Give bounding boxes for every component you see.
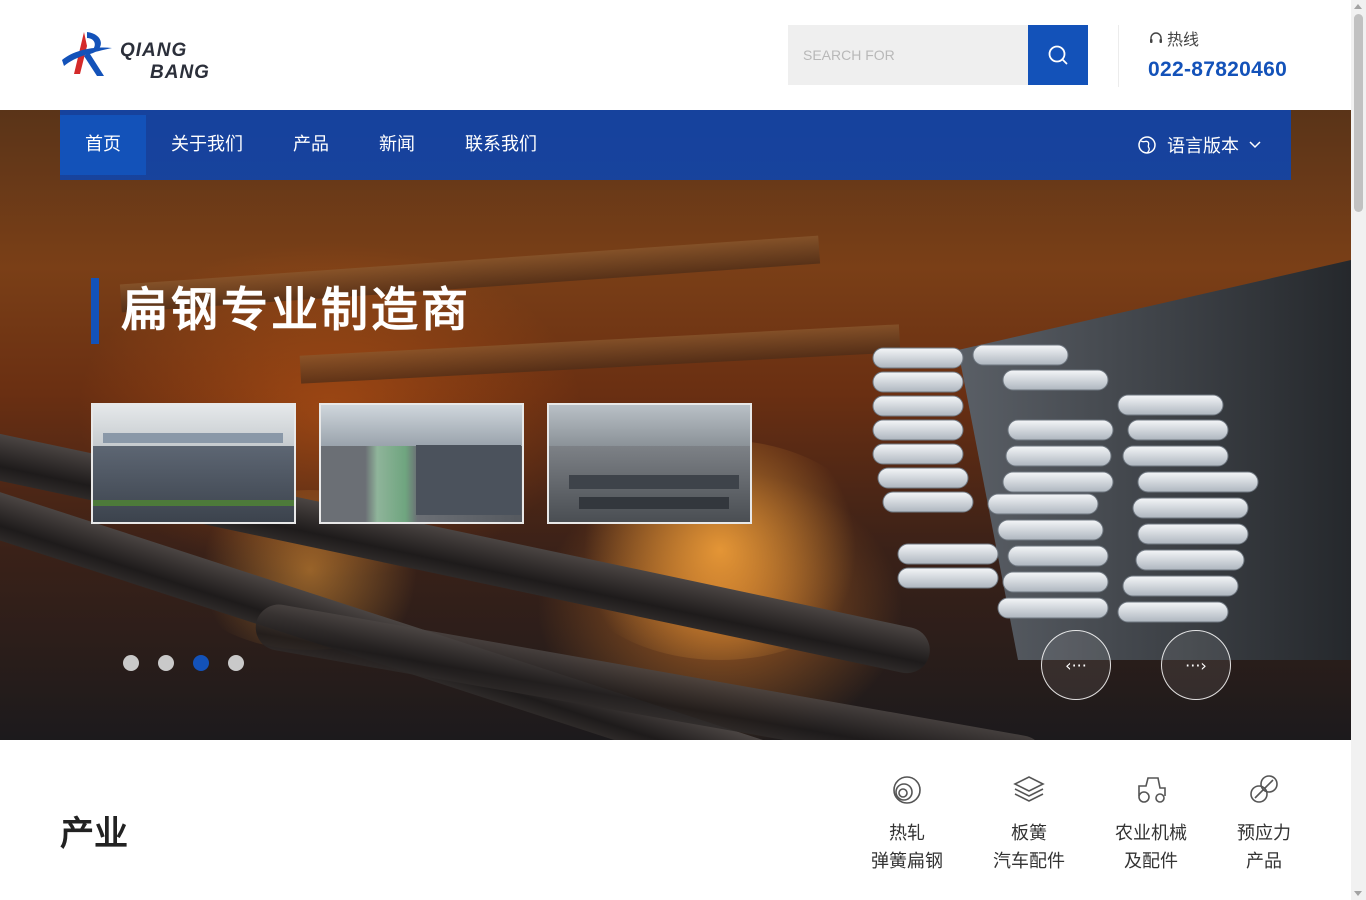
search-bar bbox=[788, 25, 1088, 85]
coil-icon bbox=[893, 776, 921, 804]
slider-pagination bbox=[123, 655, 244, 671]
slider-dot-active[interactable] bbox=[193, 655, 209, 671]
slider-dot[interactable] bbox=[158, 655, 174, 671]
industry-item-line2: 汽车配件 bbox=[993, 851, 1065, 872]
tractor-icon bbox=[1138, 777, 1166, 803]
search-button[interactable] bbox=[1028, 25, 1088, 85]
nav-item-contact[interactable]: 联系我们 bbox=[452, 115, 550, 175]
logo-text-line1: QIANG bbox=[120, 40, 188, 61]
slider-prev-button[interactable]: ‹··· bbox=[1041, 630, 1111, 700]
headset-icon bbox=[1150, 32, 1162, 43]
leaf-spring-icon bbox=[1013, 776, 1045, 802]
logo[interactable]: QIANG BANG bbox=[60, 28, 220, 84]
thumbnail-rack bbox=[103, 433, 283, 443]
industry-item-agri-machinery[interactable]: 农业机械 及配件 bbox=[1101, 772, 1201, 876]
thumbnail-rack bbox=[93, 500, 294, 506]
industry-section-title: 产业 bbox=[60, 814, 128, 854]
search-icon bbox=[1048, 45, 1068, 65]
logo-text-line2: BANG bbox=[150, 62, 210, 83]
industry-item-line1: 农业机械 bbox=[1115, 823, 1187, 844]
hotline: 热线 022-87820460 bbox=[1148, 26, 1287, 82]
industry-item-line1: 板簧 bbox=[1011, 823, 1047, 844]
thumbnail-stock bbox=[93, 445, 294, 522]
slider-dot[interactable] bbox=[123, 655, 139, 671]
thumbnail-stack bbox=[569, 475, 739, 489]
industry-item-line2: 弹簧扁钢 bbox=[871, 851, 943, 872]
hero-thumbnail-2[interactable] bbox=[319, 403, 524, 524]
industry-item-prestressed[interactable]: 预应力 产品 bbox=[1214, 772, 1314, 876]
thumbnail-ceiling bbox=[549, 405, 750, 446]
language-label: 语言版本 bbox=[1167, 136, 1239, 157]
prev-arrow-icon: ‹··· bbox=[1065, 655, 1087, 675]
hero-banner: 首页 关于我们 产品 新闻 联系我们 语言版本 扁钢专业制造商 ‹··· ···… bbox=[0, 110, 1351, 740]
hero-thumbnail-3[interactable] bbox=[547, 403, 752, 524]
industry-item-line1: 热轧 bbox=[889, 823, 925, 844]
language-selector[interactable]: 语言版本 bbox=[1137, 110, 1261, 180]
nav-item-home[interactable]: 首页 bbox=[60, 115, 146, 175]
nav-item-about[interactable]: 关于我们 bbox=[158, 115, 256, 175]
hotline-label: 热线 bbox=[1167, 30, 1200, 49]
chevron-down-icon bbox=[1249, 141, 1261, 149]
flat-steel-illustration bbox=[872, 260, 1351, 660]
industry-item-hot-rolled[interactable]: 热轧 弹簧扁钢 bbox=[857, 772, 957, 876]
slider-next-button[interactable]: ···› bbox=[1161, 630, 1231, 700]
next-arrow-icon: ···› bbox=[1185, 655, 1207, 675]
main-nav: 首页 关于我们 产品 新闻 联系我们 语言版本 bbox=[60, 110, 1291, 180]
industry-item-line1: 预应力 bbox=[1237, 823, 1291, 844]
industry-item-line2: 及配件 bbox=[1124, 851, 1178, 872]
hero-thumbnail-1[interactable] bbox=[91, 403, 296, 524]
thumbnail-ceiling bbox=[321, 405, 522, 446]
globe-icon bbox=[1138, 136, 1156, 154]
industry-item-line2: 产品 bbox=[1246, 851, 1282, 872]
logo-mark-icon bbox=[62, 32, 112, 76]
nav-item-products[interactable]: 产品 bbox=[282, 115, 340, 175]
search-input[interactable] bbox=[788, 25, 1028, 85]
page-scrollbar[interactable] bbox=[1351, 0, 1366, 900]
scroll-down-icon[interactable] bbox=[1354, 891, 1362, 896]
industry-item-leaf-spring[interactable]: 板簧 汽车配件 bbox=[979, 772, 1079, 876]
nav-item-news[interactable]: 新闻 bbox=[368, 115, 426, 175]
thumbnail-stack bbox=[416, 445, 521, 515]
header-divider bbox=[1118, 25, 1119, 87]
slider-dot[interactable] bbox=[228, 655, 244, 671]
prestressed-icon bbox=[1250, 775, 1278, 803]
thumbnail-stack bbox=[579, 497, 729, 509]
hotline-number[interactable]: 022-87820460 bbox=[1148, 58, 1287, 82]
scrollbar-thumb[interactable] bbox=[1354, 14, 1363, 212]
site-header: QIANG BANG 热线 022-87820460 bbox=[0, 0, 1351, 110]
scroll-up-icon[interactable] bbox=[1354, 4, 1362, 9]
hero-headline: 扁钢专业制造商 bbox=[91, 278, 471, 344]
